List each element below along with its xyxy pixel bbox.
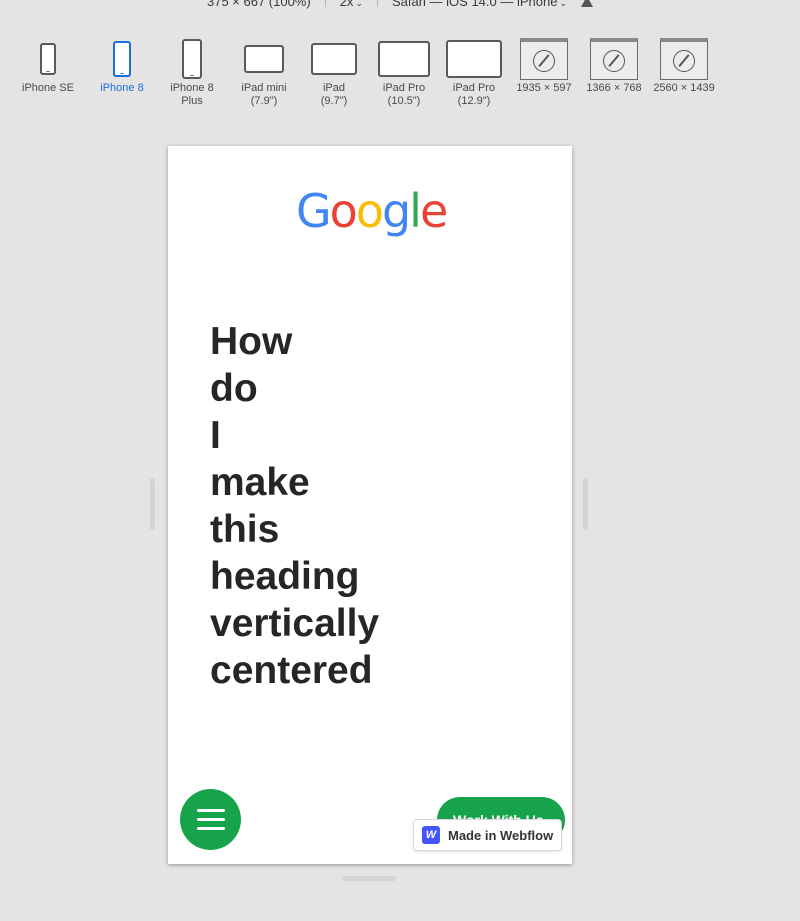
- device-label: 2560 × 1439: [653, 82, 715, 94]
- browser-value: Safari — iOS 14.0 — iPhone: [391, 0, 558, 9]
- resize-handle-left[interactable]: [150, 478, 155, 530]
- logo-letter: o: [355, 184, 384, 238]
- compass-icon: [603, 49, 625, 72]
- device-label: iPad Pro (10.5"): [382, 82, 426, 107]
- device-preset[interactable]: iPad (9.7"): [304, 36, 364, 108]
- device-preset[interactable]: iPad mini (7.9"): [234, 36, 294, 108]
- webflow-logo-icon: W: [422, 826, 440, 844]
- tablet-icon: [378, 41, 430, 77]
- responsive-toolbar-status: 375 × 667 (100%) 2x ⌄ Safari — iOS 14.0 —…: [0, 0, 800, 10]
- device-label: iPad Pro (12.9"): [452, 82, 496, 107]
- compass-icon: [533, 49, 555, 72]
- device-preset[interactable]: 1366 × 768: [584, 36, 644, 95]
- menu-button[interactable]: [180, 789, 241, 850]
- device-icon-wrap: [244, 36, 284, 82]
- device-preset[interactable]: iPhone SE: [22, 36, 74, 95]
- browser-window-icon: [520, 38, 568, 80]
- device-label: iPad mini (7.9"): [241, 82, 287, 107]
- browser-dropdown[interactable]: Safari — iOS 14.0 — iPhone ⌄: [392, 0, 567, 9]
- logo-letter: o: [329, 184, 358, 238]
- device-preset[interactable]: 2560 × 1439: [648, 36, 720, 95]
- viewport-dimensions: 375 × 667 (100%): [206, 0, 311, 9]
- device-icon-wrap: [520, 36, 568, 82]
- logo-letter: g: [381, 184, 411, 238]
- device-preset[interactable]: 1935 × 597: [514, 36, 574, 95]
- chevron-down-icon: ⌄: [355, 0, 363, 8]
- device-preset[interactable]: iPhone 8 Plus: [166, 36, 218, 108]
- device-icon-wrap: [113, 36, 131, 82]
- scale-value: 2x: [339, 0, 354, 9]
- device-icon-wrap: [182, 36, 202, 82]
- logo-letter: l: [409, 184, 422, 238]
- browser-window-icon: [660, 38, 708, 80]
- badge-label: Made in Webflow: [448, 827, 554, 843]
- logo-letter: e: [419, 184, 448, 238]
- device-icon-wrap: [590, 36, 638, 82]
- logo-letter: G: [296, 184, 332, 238]
- phone-icon: [113, 41, 131, 77]
- device-presets: iPhone SE iPhone 8 iPhone 8 Plus iPad mini …: [22, 36, 782, 116]
- device-preset[interactable]: iPad Pro (10.5"): [374, 36, 434, 108]
- device-label: 1935 × 597: [516, 82, 572, 94]
- divider: [376, 0, 378, 7]
- made-in-webflow-badge[interactable]: W Made in Webflow: [413, 819, 563, 851]
- compass-icon: [673, 49, 695, 72]
- tablet-icon: [311, 43, 357, 75]
- tablet-icon: [244, 45, 284, 73]
- hamburger-icon: [196, 827, 225, 830]
- device-icon-wrap: [660, 36, 708, 82]
- phone-icon: [182, 39, 202, 79]
- device-label: iPhone 8: [100, 82, 144, 94]
- phone-icon: [40, 43, 56, 75]
- device-icon-wrap: [40, 36, 56, 82]
- page-heading: How do I make this heading vertically ce…: [210, 320, 380, 692]
- device-icon-wrap: [378, 36, 430, 82]
- resize-handle-right[interactable]: [583, 478, 588, 530]
- scale-dropdown[interactable]: 2x ⌄: [340, 0, 363, 9]
- device-icon-wrap: [446, 36, 502, 82]
- google-logo[interactable]: Google: [296, 184, 448, 238]
- tablet-icon: [446, 40, 502, 78]
- device-label: iPhone SE: [22, 82, 74, 94]
- device-viewport: Google How do I make this heading vertic…: [168, 146, 572, 864]
- device-label: iPad (9.7"): [320, 82, 348, 107]
- device-icon-wrap: [311, 36, 357, 82]
- resize-handle-bottom[interactable]: [342, 876, 396, 881]
- hamburger-icon: [196, 818, 225, 821]
- device-label: 1366 × 768: [586, 82, 642, 94]
- warning-icon[interactable]: [581, 0, 594, 7]
- divider: [324, 0, 326, 7]
- hamburger-icon: [196, 809, 225, 812]
- browser-window-icon: [590, 38, 638, 80]
- chevron-down-icon: ⌄: [559, 0, 568, 8]
- device-preset[interactable]: iPad Pro (12.9"): [444, 36, 504, 108]
- device-label: iPhone 8 Plus: [170, 82, 214, 107]
- device-preset[interactable]: iPhone 8: [96, 36, 148, 95]
